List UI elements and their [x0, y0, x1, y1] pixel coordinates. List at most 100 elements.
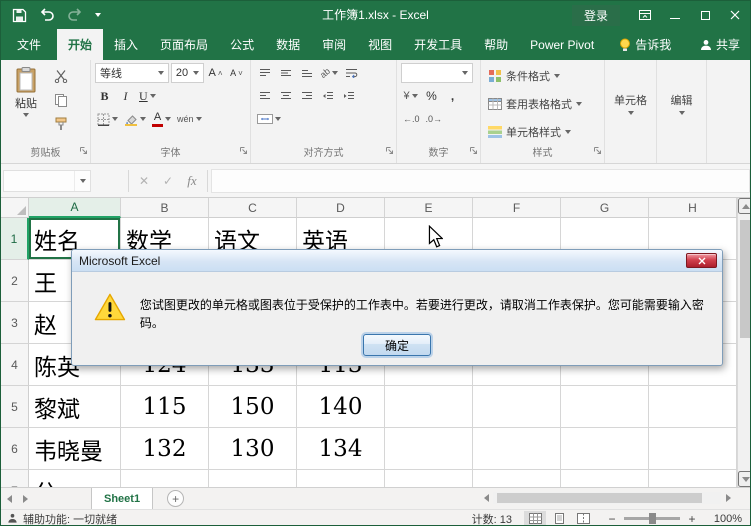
scroll-down-button[interactable]	[738, 471, 751, 487]
accounting-format-button[interactable]: ¥	[401, 86, 420, 106]
save-button[interactable]	[7, 4, 31, 26]
decrease-decimal-button[interactable]: .0→	[424, 109, 445, 129]
cell-F7[interactable]	[473, 470, 561, 487]
column-header-G[interactable]: G	[561, 198, 649, 218]
close-button[interactable]	[720, 1, 750, 29]
zoom-out-button[interactable]: −	[606, 512, 618, 526]
number-dialog-launcher[interactable]	[469, 146, 478, 160]
cell-G6[interactable]	[561, 428, 649, 470]
borders-button[interactable]	[95, 109, 120, 129]
cell-D7[interactable]	[297, 470, 385, 487]
cell-B5[interactable]: 115	[121, 386, 209, 428]
decrease-indent-button[interactable]	[318, 86, 337, 106]
vertical-scrollbar[interactable]	[737, 198, 751, 487]
number-format-combo[interactable]	[401, 63, 473, 83]
styles-dialog-launcher[interactable]	[593, 146, 602, 160]
row-header-3[interactable]: 3	[1, 302, 29, 344]
horizontal-scroll-thumb[interactable]	[497, 493, 702, 503]
cell-D5[interactable]: 140	[297, 386, 385, 428]
ribbon-display-options-button[interactable]	[630, 1, 660, 29]
sheet-tab-sheet1[interactable]: Sheet1	[91, 488, 153, 509]
sheet-nav-left-button[interactable]	[1, 488, 17, 509]
column-header-C[interactable]: C	[209, 198, 297, 218]
cell-B7[interactable]	[121, 470, 209, 487]
decrease-font-button[interactable]: A˅	[227, 63, 246, 83]
maximize-button[interactable]	[690, 1, 720, 29]
cell-E5[interactable]	[385, 386, 473, 428]
font-dialog-launcher[interactable]	[239, 146, 248, 160]
column-header-H[interactable]: H	[649, 198, 737, 218]
increase-font-button[interactable]: A˄	[206, 63, 225, 83]
font-color-button[interactable]: A	[150, 109, 173, 129]
underline-button[interactable]: U	[137, 86, 158, 106]
cell-F5[interactable]	[473, 386, 561, 428]
ribbon-tab-5[interactable]: 数据	[265, 29, 311, 60]
editing-button[interactable]: 编辑	[661, 63, 702, 147]
cell-A7[interactable]: 分	[29, 470, 121, 487]
ribbon-tab-3[interactable]: 页面布局	[149, 29, 219, 60]
italic-button[interactable]: I	[116, 86, 135, 106]
align-center-button[interactable]	[276, 86, 295, 106]
row-header-4[interactable]: 4	[1, 344, 29, 386]
ribbon-tab-7[interactable]: 视图	[357, 29, 403, 60]
comma-style-button[interactable]: ,	[443, 86, 462, 106]
copy-button[interactable]	[50, 89, 72, 111]
scroll-up-button[interactable]	[738, 198, 751, 214]
scroll-right-button[interactable]	[721, 490, 735, 506]
cell-H7[interactable]	[649, 470, 737, 487]
cell-C5[interactable]: 150	[209, 386, 297, 428]
enter-entry-button[interactable]: ✓	[156, 169, 180, 193]
align-top-button[interactable]	[255, 63, 274, 83]
row-header-7[interactable]: 7	[1, 470, 29, 487]
cell-C7[interactable]	[209, 470, 297, 487]
cell-B6[interactable]: 132	[121, 428, 209, 470]
align-bottom-button[interactable]	[297, 63, 316, 83]
column-header-B[interactable]: B	[121, 198, 209, 218]
signin-button[interactable]: 登录	[572, 5, 620, 26]
cell-F6[interactable]	[473, 428, 561, 470]
row-header-2[interactable]: 2	[1, 260, 29, 302]
share-button[interactable]: 共享	[700, 29, 740, 60]
ribbon-tab-6[interactable]: 审阅	[311, 29, 357, 60]
vertical-scroll-thumb[interactable]	[740, 220, 751, 338]
font-family-combo[interactable]: 等线	[95, 63, 169, 83]
zoom-in-button[interactable]: +	[686, 512, 698, 526]
conditional-formatting-button[interactable]: 条件格式	[485, 63, 600, 88]
clipboard-dialog-launcher[interactable]	[79, 146, 88, 160]
ribbon-tab-2[interactable]: 插入	[103, 29, 149, 60]
ribbon-tab-4[interactable]: 公式	[219, 29, 265, 60]
ok-button[interactable]: 确定	[363, 334, 431, 356]
name-box-dropdown[interactable]	[74, 171, 90, 191]
ribbon-tab-10[interactable]: Power Pivot	[519, 29, 605, 60]
ribbon-tab-9[interactable]: 帮助	[473, 29, 519, 60]
alignment-dialog-launcher[interactable]	[385, 146, 394, 160]
dialog-close-button[interactable]	[686, 253, 717, 268]
tell-me-box[interactable]: 告诉我	[619, 29, 671, 60]
cell-D6[interactable]: 134	[297, 428, 385, 470]
cut-button[interactable]	[50, 65, 72, 87]
cancel-entry-button[interactable]: ✕	[132, 169, 156, 193]
format-as-table-button[interactable]: 套用表格格式	[485, 91, 600, 116]
ribbon-tab-1[interactable]: 开始	[57, 29, 103, 60]
row-header-6[interactable]: 6	[1, 428, 29, 470]
font-size-combo[interactable]: 20	[171, 63, 204, 83]
format-painter-button[interactable]	[50, 113, 72, 135]
cell-G7[interactable]	[561, 470, 649, 487]
page-layout-view-button[interactable]	[548, 511, 570, 526]
wrap-text-button[interactable]	[342, 63, 361, 83]
dialog-titlebar[interactable]: Microsoft Excel	[72, 250, 722, 272]
increase-indent-button[interactable]	[339, 86, 358, 106]
zoom-slider-thumb[interactable]	[649, 513, 656, 524]
column-header-E[interactable]: E	[385, 198, 473, 218]
name-box[interactable]	[3, 170, 91, 192]
fill-color-button[interactable]	[122, 109, 148, 129]
formula-bar-resizer[interactable]	[91, 164, 125, 197]
bold-button[interactable]: B	[95, 86, 114, 106]
column-header-A[interactable]: A	[29, 198, 121, 218]
zoom-level[interactable]: 100%	[710, 513, 742, 525]
align-right-button[interactable]	[297, 86, 316, 106]
cell-A6[interactable]: 韦晓曼	[29, 428, 121, 470]
increase-decimal-button[interactable]: ←.0	[401, 109, 422, 129]
cell-E6[interactable]	[385, 428, 473, 470]
align-left-button[interactable]	[255, 86, 274, 106]
